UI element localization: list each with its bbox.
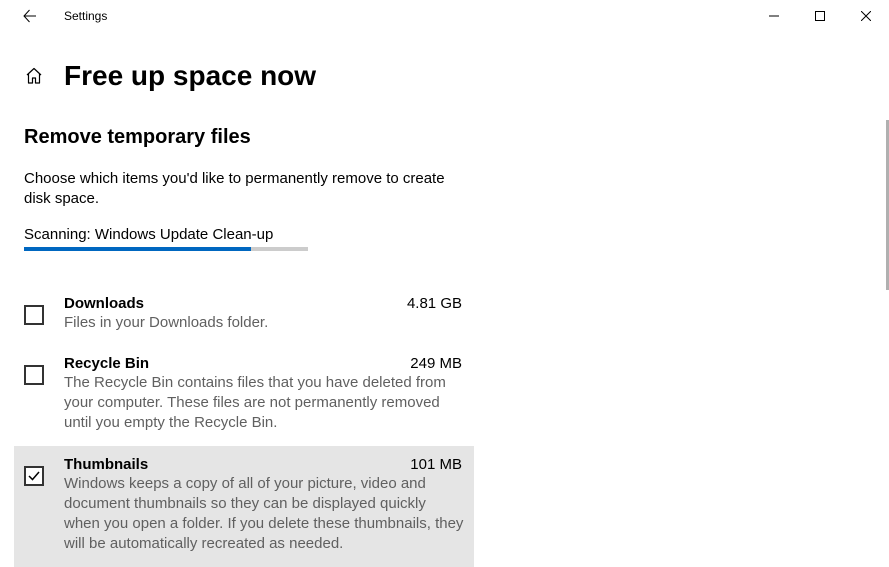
maximize-button[interactable] xyxy=(797,0,843,32)
back-button[interactable] xyxy=(18,4,42,28)
item-size: 101 MB xyxy=(410,456,464,473)
item-body: Thumbnails 101 MBWindows keeps a copy of … xyxy=(64,456,464,555)
item-checkbox[interactable] xyxy=(24,305,44,325)
item-checkbox[interactable] xyxy=(24,466,44,486)
close-button[interactable] xyxy=(843,0,889,32)
home-button[interactable] xyxy=(24,66,44,86)
item-header: Thumbnails 101 MB xyxy=(64,456,464,473)
window-controls xyxy=(751,0,889,32)
list-item[interactable]: Downloads 4.81 GBFiles in your Downloads … xyxy=(14,285,474,345)
item-title: Thumbnails xyxy=(64,456,148,473)
close-icon xyxy=(861,11,871,21)
list-item[interactable]: Recycle Bin 249 MBThe Recycle Bin contain… xyxy=(14,345,474,446)
list-item[interactable]: Thumbnails 101 MBWindows keeps a copy of … xyxy=(14,446,474,567)
check-icon xyxy=(27,469,41,483)
item-description: The Recycle Bin contains files that you … xyxy=(64,373,464,434)
item-description: Files in your Downloads folder. xyxy=(64,313,464,333)
maximize-icon xyxy=(815,11,825,21)
section-title: Remove temporary files xyxy=(24,126,460,149)
page-title: Free up space now xyxy=(64,60,316,92)
section-description: Choose which items you'd like to permane… xyxy=(24,169,460,210)
scanning-status: Scanning: Windows Update Clean-up xyxy=(24,226,460,243)
item-body: Downloads 4.81 GBFiles in your Downloads … xyxy=(64,295,464,333)
page-header: Free up space now xyxy=(0,32,889,92)
item-description: Windows keeps a copy of all of your pict… xyxy=(64,474,464,555)
item-size: 4.81 GB xyxy=(407,295,464,312)
item-body: Recycle Bin 249 MBThe Recycle Bin contain… xyxy=(64,355,464,434)
minimize-icon xyxy=(769,11,779,21)
main-content: Remove temporary files Choose which item… xyxy=(0,92,460,567)
progress-bar xyxy=(24,247,308,251)
item-checkbox[interactable] xyxy=(24,365,44,385)
item-title: Downloads xyxy=(64,295,144,312)
items-list: Downloads 4.81 GBFiles in your Downloads … xyxy=(14,285,474,567)
item-size: 249 MB xyxy=(410,355,464,372)
minimize-button[interactable] xyxy=(751,0,797,32)
item-header: Recycle Bin 249 MB xyxy=(64,355,464,372)
item-title: Recycle Bin xyxy=(64,355,149,372)
arrow-left-icon xyxy=(22,8,38,24)
titlebar: Settings xyxy=(0,0,889,32)
item-header: Downloads 4.81 GB xyxy=(64,295,464,312)
progress-fill xyxy=(24,247,251,251)
window-title: Settings xyxy=(64,9,107,23)
home-icon xyxy=(25,67,43,85)
